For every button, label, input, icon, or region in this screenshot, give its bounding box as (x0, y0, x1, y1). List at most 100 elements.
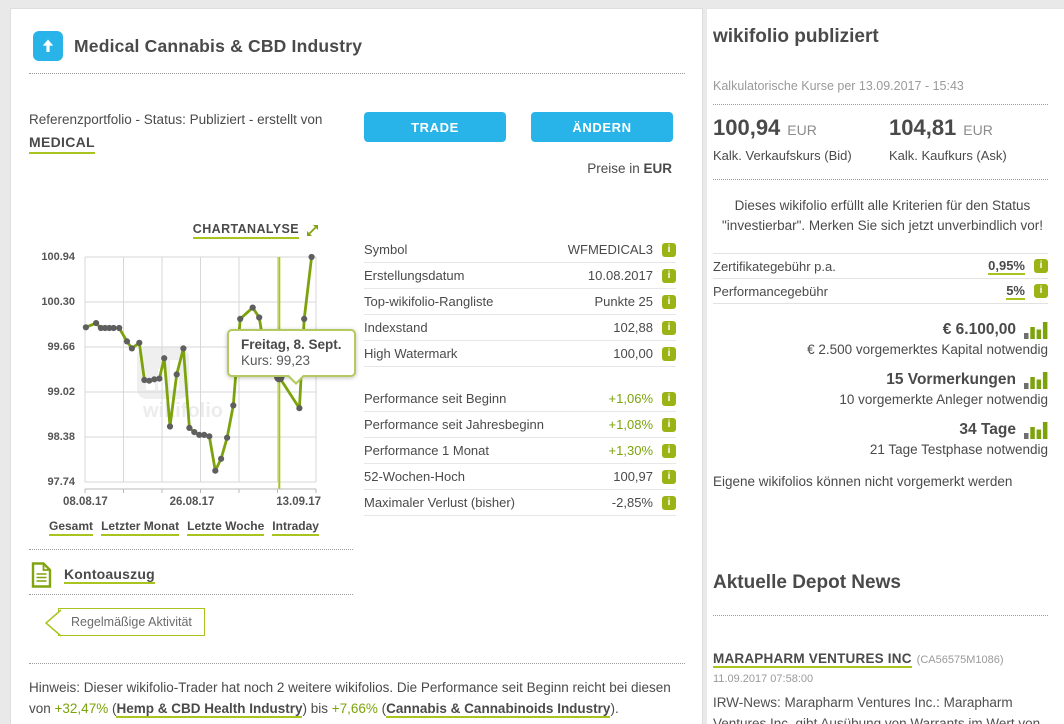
fee-value-link[interactable]: 0,95% (988, 258, 1025, 275)
row-label: Performance 1 Monat (364, 443, 609, 458)
divider (29, 594, 353, 595)
row-label: Performance seit Jahresbeginn (364, 417, 609, 432)
chart-analysis-link[interactable]: CHARTANALYSE (193, 222, 299, 239)
x-axis-tick: 26.08.17 (170, 496, 215, 508)
milestone-requirement: 10 vorgemerkte Anleger notwendig (713, 392, 1048, 407)
chart-area[interactable]: wikifolio Freitag, 8. Sept. Kurs: 99,23 (85, 257, 316, 497)
divider (29, 549, 353, 550)
chart-range-tab[interactable]: Intraday (272, 519, 319, 536)
performance-table: Performance seit Beginn +1,06% i Perform… (364, 386, 676, 516)
footnote-segment[interactable]: Hemp & CBD Health Industry (116, 701, 302, 718)
bar-chart-icon (1024, 370, 1048, 389)
fees-table: Zertifikategebühr p.a. 0,95% i Performan… (713, 253, 1048, 304)
bar-chart-icon (1024, 420, 1048, 439)
fee-label: Performancegebühr (713, 284, 1006, 299)
change-button[interactable]: ÄNDERN (531, 112, 673, 142)
fee-value-link[interactable]: 5% (1006, 283, 1025, 300)
y-axis-tick: 97.74 (47, 476, 75, 488)
account-statement-link[interactable]: Kontoauszug (64, 566, 155, 584)
info-icon[interactable]: i (662, 418, 676, 432)
footnote-segment: ). (610, 701, 618, 716)
row-value: WFMEDICAL3 (568, 242, 653, 257)
info-icon[interactable]: i (662, 347, 676, 361)
footnote-segment: +7,66% (332, 701, 378, 716)
row-label: Maximaler Verlust (bisher) (364, 495, 612, 510)
news-company-link[interactable]: MARAPHARM VENTURES INC (713, 651, 912, 668)
milestone-value: 15 Vormerkungen (886, 371, 1016, 389)
chart-x-axis: 08.08.17 26.08.17 13.09.17 (63, 496, 321, 508)
ask-price: 104,81 (889, 115, 956, 140)
trade-button[interactable]: TRADE (364, 112, 506, 142)
info-icon[interactable]: i (662, 444, 676, 458)
info-icon[interactable]: i (662, 392, 676, 406)
chart-range-tab[interactable]: Gesamt (49, 519, 93, 536)
document-icon[interactable] (31, 562, 52, 588)
info-icon[interactable]: i (662, 295, 676, 309)
info-icon[interactable]: i (662, 243, 676, 257)
row-label: High Watermark (364, 346, 613, 361)
bid-block: 100,94EUR Kalk. Verkaufskurs (Bid) (713, 115, 889, 163)
row-label: 52-Wochen-Hoch (364, 469, 613, 484)
expand-icon[interactable] (305, 223, 320, 238)
divider (29, 73, 685, 74)
table-row: Performance 1 Monat +1,30% i (364, 438, 676, 464)
footnote-segment: ) bis (302, 701, 331, 716)
info-icon[interactable]: i (662, 269, 676, 283)
status-block: Referenzportfolio - Status: Publiziert -… (29, 111, 359, 154)
info-icon[interactable]: i (662, 321, 676, 335)
divider (713, 615, 1048, 616)
arrow-up-icon (40, 38, 56, 54)
chart-range-tab[interactable]: Letzter Monat (101, 519, 179, 536)
table-row: Erstellungsdatum 10.08.2017 i (364, 263, 676, 289)
news-item: MARAPHARM VENTURES INC(CA56575M1086) 11.… (713, 651, 1048, 724)
table-row: Symbol WFMEDICAL3 i (364, 237, 676, 263)
x-axis-tick: 13.09.17 (276, 496, 321, 508)
news-title: Aktuelle Depot News (713, 572, 901, 594)
activity-badge-label: Regelmäßige Aktivität (71, 615, 192, 629)
row-label: Symbol (364, 242, 568, 257)
bar-chart-icon (1024, 320, 1048, 339)
row-value: 10.08.2017 (588, 268, 653, 283)
performance-chart[interactable] (85, 257, 316, 497)
activity-badge[interactable]: Regelmäßige Aktivität (58, 608, 205, 636)
chart-y-axis: 100.94100.3099.6699.0298.3897.74 (35, 257, 79, 489)
chart-range-tab[interactable]: Letzte Woche (187, 519, 264, 536)
y-axis-tick: 99.66 (47, 341, 75, 353)
ask-block: 104,81EUR Kalk. Kaufkurs (Ask) (889, 115, 1064, 163)
info-icon[interactable]: i (1034, 259, 1048, 273)
info-icon[interactable]: i (662, 496, 676, 510)
milestone-requirement: € 2.500 vorgemerktes Kapital notwendig (713, 342, 1048, 357)
row-label: Erstellungsdatum (364, 268, 588, 283)
wikifolio-card: Medical Cannabis & CBD Industry Referenz… (10, 8, 703, 724)
row-value: 100,00 (613, 346, 653, 361)
divider (713, 179, 1048, 180)
y-axis-tick: 100.30 (41, 296, 75, 308)
row-value: 102,88 (613, 320, 653, 335)
row-value: -2,85% (612, 495, 653, 510)
chevron-left-icon (40, 608, 62, 638)
footnote: Hinweis: Dieser wikifolio-Trader hat noc… (29, 678, 685, 720)
milestone-item: 34 Tage 21 Tage Testphase notwendig (713, 420, 1048, 457)
fee-row: Zertifikategebühr p.a. 0,95% i (713, 254, 1048, 279)
chart-tooltip: Freitag, 8. Sept. Kurs: 99,23 (227, 329, 356, 377)
tooltip-value: Kurs: 99,23 (241, 353, 342, 368)
chart-range-tabs: Gesamt Letzter Monat Letzte Woche Intraday (49, 519, 319, 536)
currency-label: EUR (643, 161, 672, 176)
status-panel: wikifolio publiziert Kalkulatorische Kur… (707, 8, 1064, 724)
prices-in-label: Preise in EUR (587, 161, 672, 176)
y-axis-tick: 98.38 (47, 431, 75, 443)
ask-currency: EUR (963, 122, 993, 138)
row-value: Punkte 25 (594, 294, 653, 309)
trader-link[interactable]: MEDICAL (29, 133, 95, 155)
info-icon[interactable]: i (662, 470, 676, 484)
footnote-segment[interactable]: Cannabis & Cannabinoids Industry (386, 701, 610, 718)
row-value: 100,97 (613, 469, 653, 484)
bid-label: Kalk. Verkaufskurs (Bid) (713, 148, 889, 163)
key-figures-table: Symbol WFMEDICAL3 i Erstellungsdatum 10.… (364, 237, 676, 367)
own-wikifolio-note: Eigene wikifolios können nicht vorgemerk… (713, 474, 1012, 489)
x-axis-tick: 08.08.17 (63, 496, 108, 508)
bid-price: 100,94 (713, 115, 780, 140)
news-body: IRW-News: Marapharm Ventures Inc.: Marap… (713, 693, 1048, 724)
info-icon[interactable]: i (1034, 284, 1048, 298)
footnote-segment: +32,47% (55, 701, 109, 716)
